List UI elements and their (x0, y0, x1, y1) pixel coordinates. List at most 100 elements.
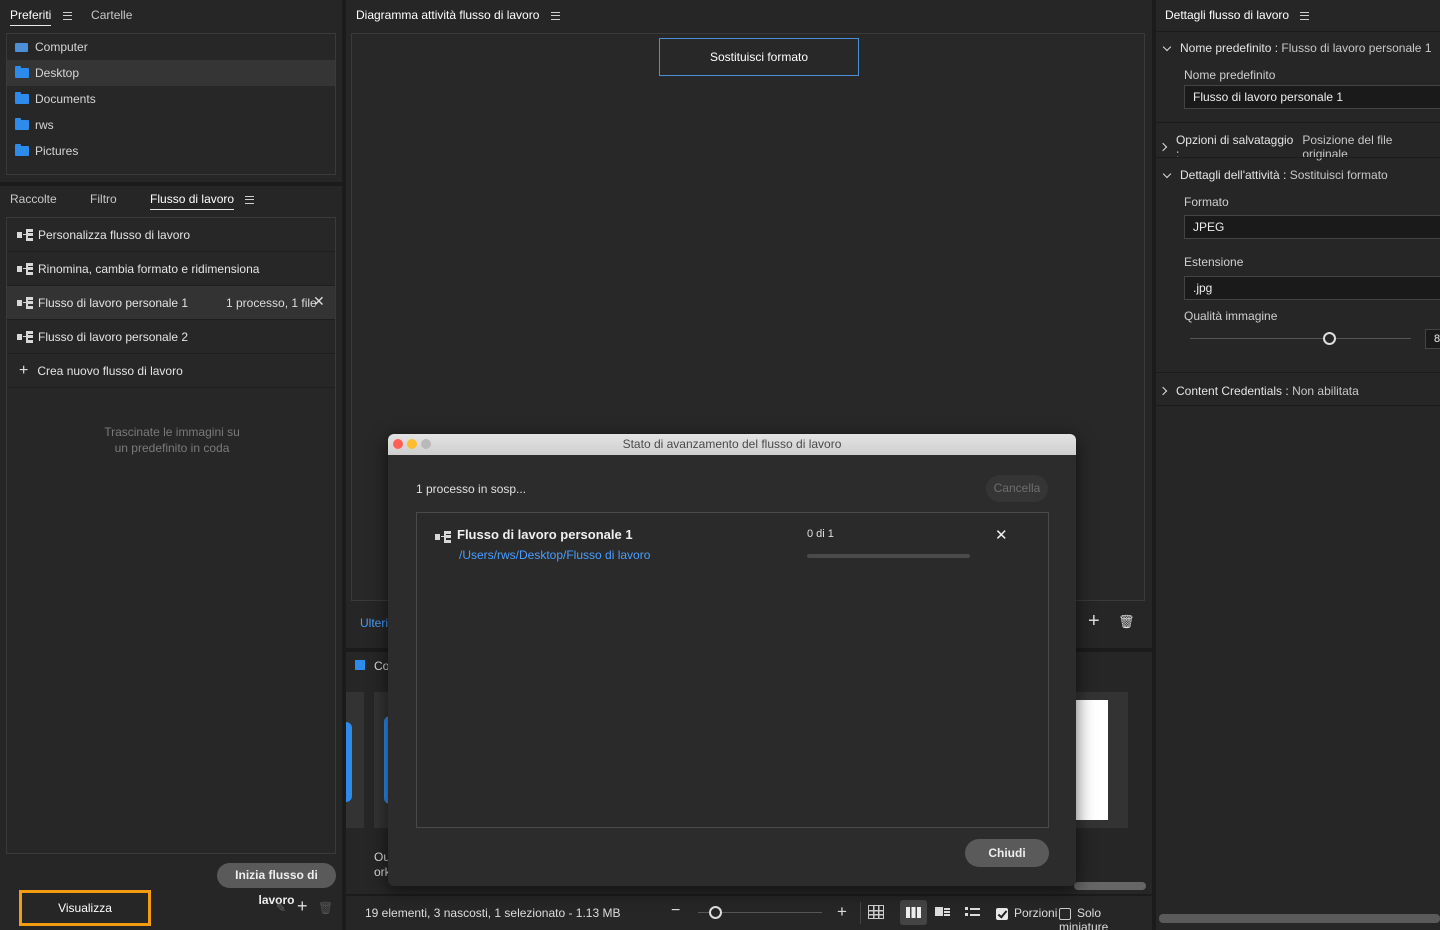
section-task-details[interactable]: Dettagli dell'attività : Sostituisci for… (1162, 168, 1388, 182)
job-path-link[interactable]: /Users/rws/Desktop/Flusso di lavoro (459, 548, 650, 562)
delete-task-icon[interactable]: 🗑 (1118, 614, 1135, 630)
thumbnail-card[interactable] (1074, 692, 1128, 828)
zoom-in-icon[interactable]: + (837, 902, 847, 922)
section-value: Sostituisci formato (1289, 168, 1388, 182)
detail-view-icon-part (944, 914, 950, 916)
zoom-out-icon[interactable]: − (671, 902, 680, 920)
portions-checkbox[interactable] (996, 907, 1008, 920)
thumbnail-card[interactable] (346, 692, 364, 828)
quality-input[interactable]: 8 (1425, 329, 1440, 349)
diagram-title: Diagramma attività flusso di lavoro (356, 8, 540, 22)
dialog-titlebar: Stato di avanzamento del flusso di lavor… (388, 434, 1076, 455)
folder-thumbnail (346, 722, 352, 802)
folder-icon (15, 66, 29, 78)
diagram-menu-icon[interactable] (550, 11, 560, 20)
diagram-node-replace-format[interactable]: Sostituisci formato (659, 38, 859, 76)
workflow-label: Flusso di lavoro personale 2 (38, 329, 189, 344)
details-header: Dettagli flusso di lavoro (1165, 8, 1310, 22)
favorites-header: Preferiti Cartelle (10, 8, 132, 26)
favorites-menu-icon[interactable] (62, 11, 72, 20)
plus-icon: + (19, 361, 29, 379)
folder-icon (15, 118, 29, 130)
start-workflow-button[interactable]: Inizia flusso di lavoro (217, 863, 336, 907)
portions-label: Porzioni (1014, 906, 1058, 920)
divider (1156, 372, 1440, 373)
add-icon[interactable]: + (297, 896, 308, 917)
extension-dropdown[interactable]: .jpg (1184, 276, 1440, 300)
format-dropdown[interactable]: JPEG (1184, 215, 1440, 239)
section-content-credentials[interactable]: Content Credentials : Non abilitata (1158, 384, 1359, 398)
diagram-header: Diagramma attività flusso di lavoro (356, 8, 560, 22)
section-key: Nome predefinito : (1180, 41, 1279, 55)
list-view-icon-part (965, 913, 968, 916)
list-view-icon[interactable] (965, 907, 980, 917)
monitor-icon (15, 42, 28, 52)
list-view-icon-part (970, 914, 980, 916)
section-preset-name[interactable]: Nome predefinito : Flusso di lavoro pers… (1162, 41, 1432, 55)
preset-name-field[interactable]: Flusso di lavoro personale 1 (1184, 85, 1440, 109)
tab-workflow[interactable]: Flusso di lavoro (150, 192, 235, 210)
status-text: 19 elementi, 3 nascosti, 1 selezionato -… (365, 906, 621, 920)
detail-view-icon-part (944, 908, 950, 910)
cancel-button[interactable]: Cancella (986, 475, 1048, 502)
job-list: Flusso di lavoro personale 1 /Users/rws/… (416, 512, 1049, 828)
remove-job-icon[interactable]: ✕ (995, 526, 1008, 544)
favorite-item-rws[interactable]: rws (7, 112, 335, 138)
details-menu-icon[interactable] (1300, 11, 1310, 20)
workflow-icon (435, 530, 451, 543)
tab-favorites[interactable]: Preferiti (10, 8, 52, 26)
favorite-item-pictures[interactable]: Pictures (7, 138, 335, 164)
workflow-label: Rinomina, cambia formato e ridimensiona (38, 261, 260, 276)
favorite-item-computer[interactable]: Computer (7, 34, 335, 60)
trash-icon[interactable]: 🗑 (318, 901, 333, 915)
job-progress-text: 0 di 1 (807, 528, 834, 540)
workflow-menu-icon[interactable] (245, 195, 255, 204)
folder-icon (15, 144, 29, 156)
workflow-label: Flusso di lavoro personale 1 (38, 295, 189, 310)
workflow-status: 1 processo, 1 file (226, 296, 317, 310)
status-bar: 19 elementi, 3 nascosti, 1 selezionato -… (346, 896, 1152, 930)
thumbnail-view-button[interactable] (900, 900, 927, 925)
detail-view-icon[interactable] (935, 907, 950, 917)
workflow-item-rename[interactable]: Rinomina, cambia formato e ridimensiona (7, 252, 335, 286)
tab-filter[interactable]: Filtro (90, 192, 117, 206)
extension-label: Estensione (1184, 255, 1244, 269)
list-view-icon-part (970, 908, 980, 910)
grid-view-icon[interactable] (868, 905, 884, 919)
close-button[interactable]: Chiudi (965, 839, 1049, 867)
thumbs-only-checkbox[interactable] (1059, 907, 1071, 920)
quality-label: Qualità immagine (1184, 309, 1278, 323)
section-key: Content Credentials : (1176, 384, 1289, 398)
tab-collections[interactable]: Raccolte (10, 192, 57, 206)
portions-toggle[interactable]: Porzioni (996, 906, 1057, 920)
dialog-summary: 1 processo in sosp... (416, 482, 527, 496)
workflow-tabs: Raccolte Filtro Flusso di lavoro (10, 192, 255, 210)
pencil-icon[interactable]: ✎ (276, 901, 286, 915)
horizontal-scrollbar[interactable] (1074, 882, 1146, 890)
detail-view-icon-part (935, 907, 943, 916)
quality-slider-track[interactable] (1190, 338, 1411, 339)
workflow-item-customize[interactable]: Personalizza flusso di lavoro (7, 218, 335, 252)
favorite-item-desktop[interactable]: Desktop (7, 60, 335, 86)
thumbnails-icon (906, 907, 921, 918)
chevron-right-icon (1158, 386, 1168, 396)
favorites-panel: Preferiti Cartelle Computer Desktop Docu… (0, 0, 342, 182)
close-icon[interactable]: ✕ (313, 293, 325, 310)
folder-icon (15, 92, 29, 104)
content-tab-icon (355, 660, 365, 670)
zoom-slider-thumb[interactable] (709, 906, 722, 919)
workflow-item-personal-1[interactable]: Flusso di lavoro personale 1 1 processo,… (7, 286, 335, 320)
tab-folders[interactable]: Cartelle (91, 8, 132, 22)
horizontal-scrollbar[interactable] (1159, 914, 1440, 923)
create-workflow-button[interactable]: + Crea nuovo flusso di lavoro (7, 354, 335, 388)
dialog-title: Stato di avanzamento del flusso di lavor… (622, 437, 842, 451)
divider (1156, 122, 1440, 123)
details-title: Dettagli flusso di lavoro (1165, 8, 1290, 22)
add-task-icon[interactable]: + (1088, 610, 1100, 633)
thumbs-only-toggle[interactable]: Solo miniature (1059, 906, 1152, 930)
favorite-item-documents[interactable]: Documents (7, 86, 335, 112)
view-progress-button[interactable]: Visualizza avanzamento (19, 890, 151, 926)
quality-slider-thumb[interactable] (1323, 332, 1336, 345)
job-name: Flusso di lavoro personale 1 (457, 527, 633, 542)
workflow-item-personal-2[interactable]: Flusso di lavoro personale 2 (7, 320, 335, 354)
